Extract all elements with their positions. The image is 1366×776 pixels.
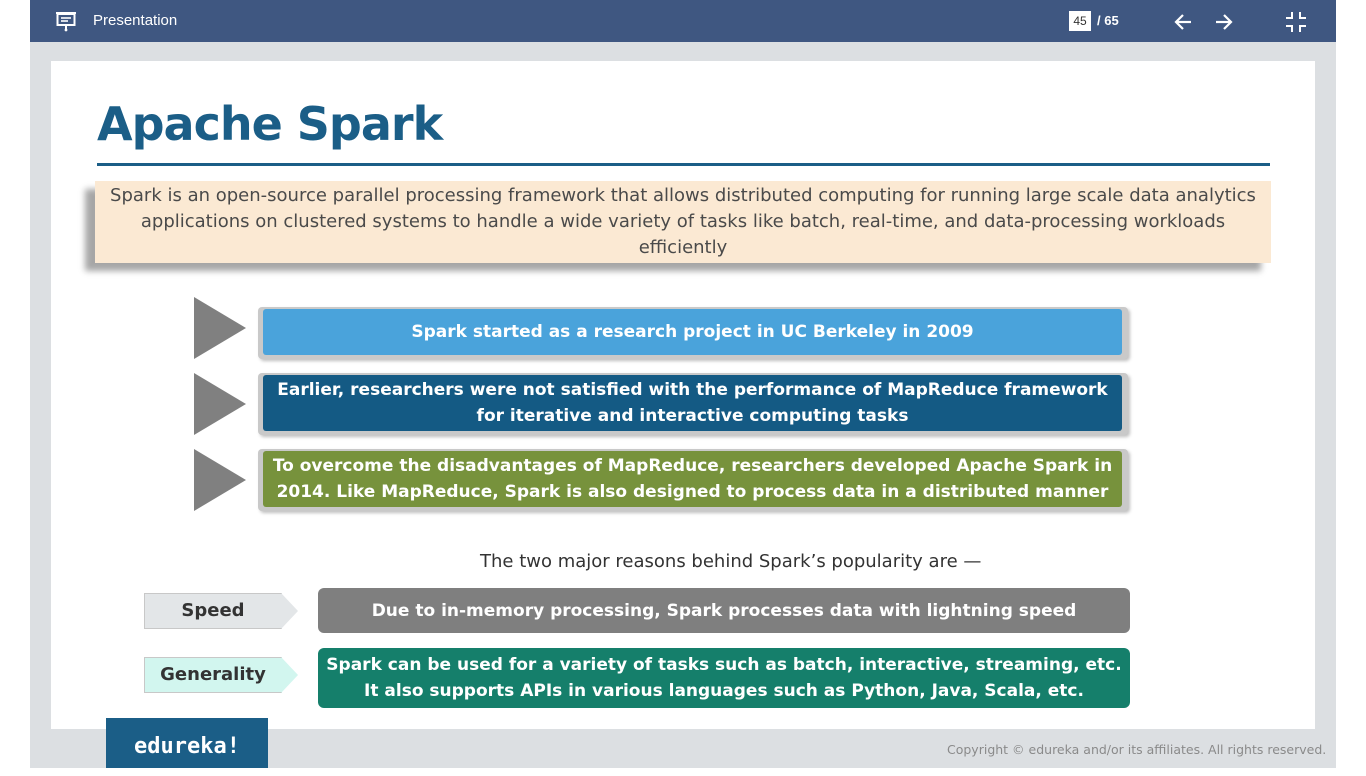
slide: Apache Spark Spark is an open-source par… bbox=[51, 61, 1315, 729]
point-text: Spark started as a research project in U… bbox=[263, 309, 1122, 355]
point-text: To overcome the disadvantages of MapRedu… bbox=[263, 451, 1122, 507]
chevron-right-icon bbox=[281, 593, 298, 629]
edureka-logo: edureka! bbox=[106, 718, 268, 768]
reason-tag: Speed bbox=[144, 593, 299, 629]
point-box: Spark started as a research project in U… bbox=[258, 307, 1128, 359]
reason-tag-label: Generality bbox=[144, 657, 282, 693]
copyright-text: Copyright © edureka and/or its affiliate… bbox=[947, 742, 1327, 757]
slide-title: Apache Spark bbox=[97, 97, 443, 151]
chevron-right-icon bbox=[281, 657, 298, 693]
title-divider bbox=[97, 163, 1270, 166]
play-arrow-icon bbox=[194, 449, 246, 511]
reasons-label: The two major reasons behind Spark’s pop… bbox=[480, 551, 982, 572]
intro-text: Spark is an open-source parallel process… bbox=[110, 185, 1256, 258]
point-box: To overcome the disadvantages of MapRedu… bbox=[258, 449, 1128, 511]
arrow-right-icon[interactable] bbox=[1213, 11, 1235, 33]
reason-box: Due to in-memory processing, Spark proce… bbox=[318, 588, 1130, 633]
play-arrow-icon bbox=[194, 297, 246, 359]
viewer-toolbar: Presentation 45 / 65 bbox=[30, 0, 1336, 42]
reason-tag-label: Speed bbox=[144, 593, 282, 629]
viewer-title: Presentation bbox=[93, 12, 178, 29]
total-pages: / 65 bbox=[1097, 13, 1119, 28]
current-page-input[interactable]: 45 bbox=[1069, 11, 1091, 31]
exit-fullscreen-icon[interactable] bbox=[1285, 11, 1307, 33]
play-arrow-icon bbox=[194, 373, 246, 435]
arrow-left-icon[interactable] bbox=[1172, 11, 1194, 33]
presentation-icon bbox=[56, 12, 76, 32]
point-box: Earlier, researchers were not satisfied … bbox=[258, 373, 1128, 435]
intro-box: Spark is an open-source parallel process… bbox=[95, 181, 1271, 263]
point-text: Earlier, researchers were not satisfied … bbox=[263, 375, 1122, 431]
reason-tag: Generality bbox=[144, 657, 299, 693]
reason-box: Spark can be used for a variety of tasks… bbox=[318, 648, 1130, 708]
